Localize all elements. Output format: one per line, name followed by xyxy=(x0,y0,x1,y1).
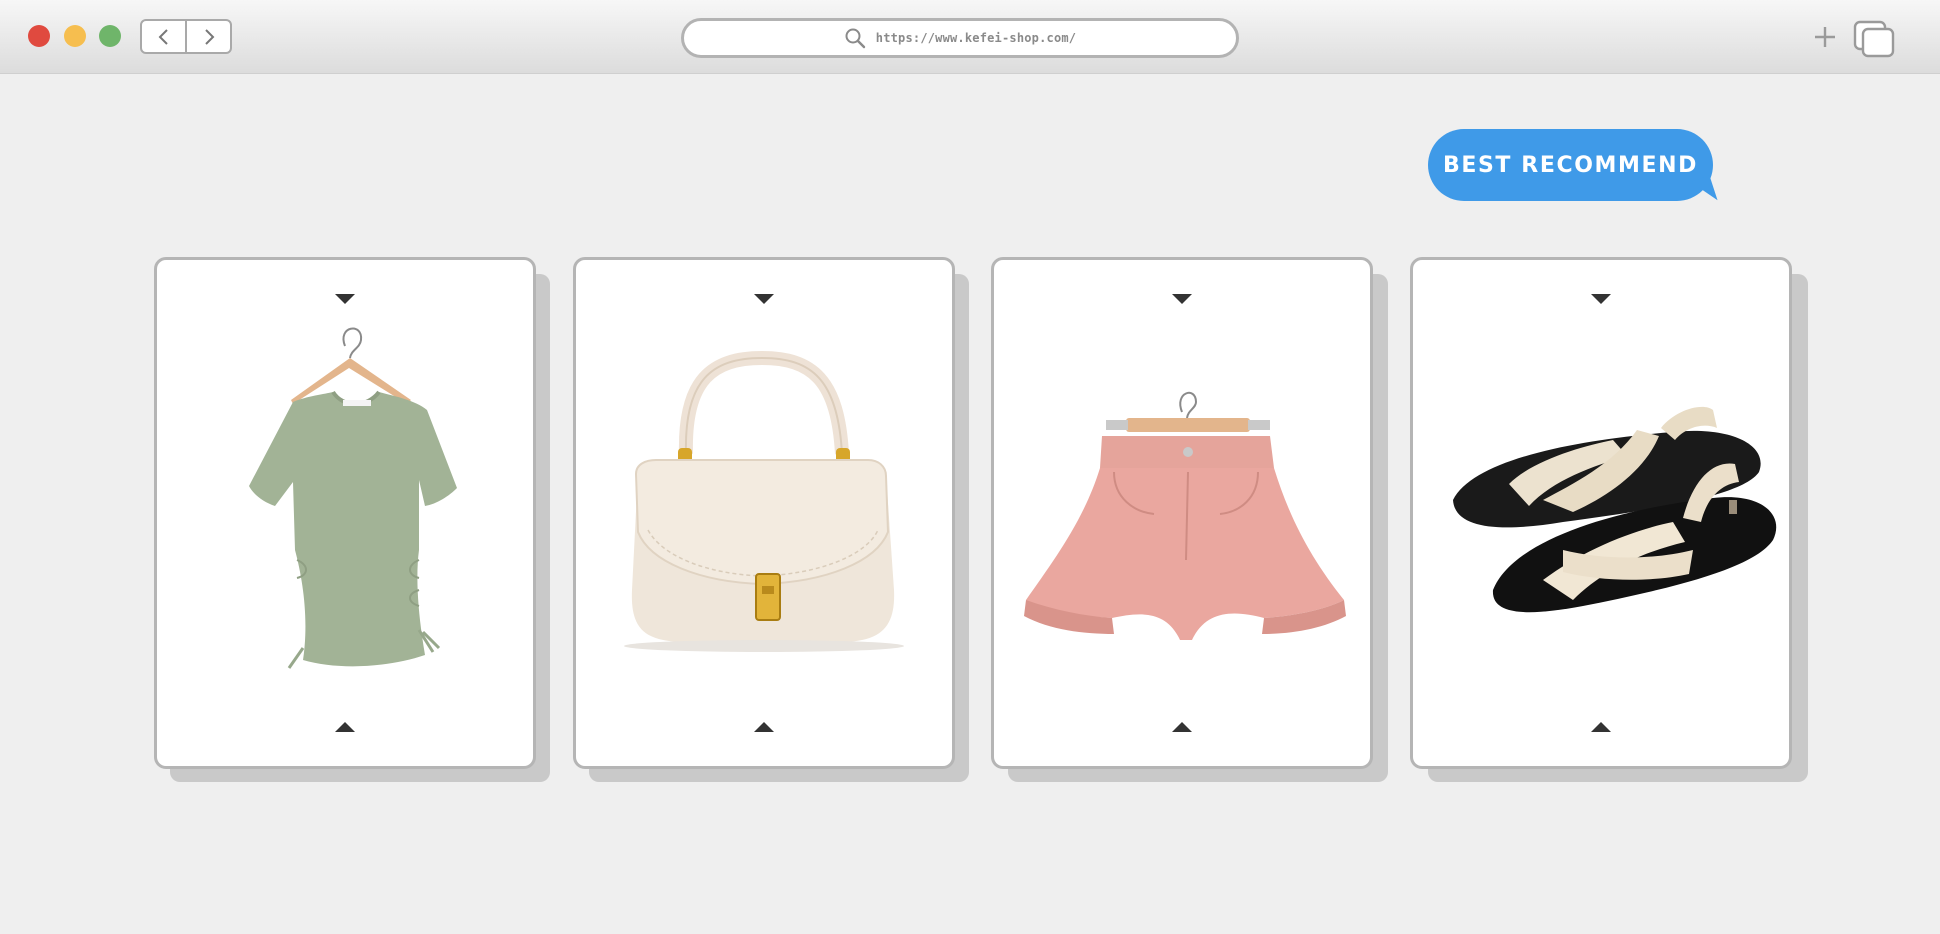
window-minimize-button[interactable] xyxy=(64,25,86,47)
badge-label: BEST RECOMMEND xyxy=(1442,152,1698,178)
product-card-sandals[interactable] xyxy=(1410,257,1792,769)
arrow-down-indicator xyxy=(335,294,355,304)
search-icon xyxy=(845,28,865,49)
window-close-button[interactable] xyxy=(28,25,50,47)
browser-toolbar: https://www.kefei-shop.com/ xyxy=(0,0,1940,74)
url-text: https://www.kefei-shop.com/ xyxy=(875,31,1077,45)
handbag-image xyxy=(624,350,904,652)
window-zoom-button[interactable] xyxy=(99,25,121,47)
tabs-overview-icon[interactable] xyxy=(1853,20,1895,58)
address-bar[interactable]: https://www.kefei-shop.com/ xyxy=(681,18,1239,58)
arrow-down-indicator xyxy=(1172,294,1192,304)
sandals-image xyxy=(1453,406,1777,613)
arrow-up-indicator xyxy=(754,722,774,732)
best-recommend-badge: BEST RECOMMEND xyxy=(1428,129,1713,201)
arrow-down-indicator xyxy=(754,294,774,304)
arrow-up-indicator xyxy=(1591,722,1611,732)
product-card-shorts[interactable] xyxy=(991,257,1373,769)
product-card-handbag[interactable] xyxy=(573,257,955,769)
product-card-tshirt[interactable] xyxy=(154,257,536,769)
chevron-right-icon xyxy=(204,28,214,45)
shorts-image xyxy=(1024,391,1346,640)
arrow-up-indicator xyxy=(1172,722,1192,732)
arrow-up-indicator xyxy=(335,722,355,732)
plus-icon[interactable] xyxy=(1812,24,1838,50)
forward-button[interactable] xyxy=(185,19,232,54)
back-button[interactable] xyxy=(140,19,187,54)
tshirt-image xyxy=(249,327,457,669)
chevron-left-icon xyxy=(158,28,168,45)
arrow-down-indicator xyxy=(1591,294,1611,304)
badge-tail xyxy=(1690,175,1718,207)
